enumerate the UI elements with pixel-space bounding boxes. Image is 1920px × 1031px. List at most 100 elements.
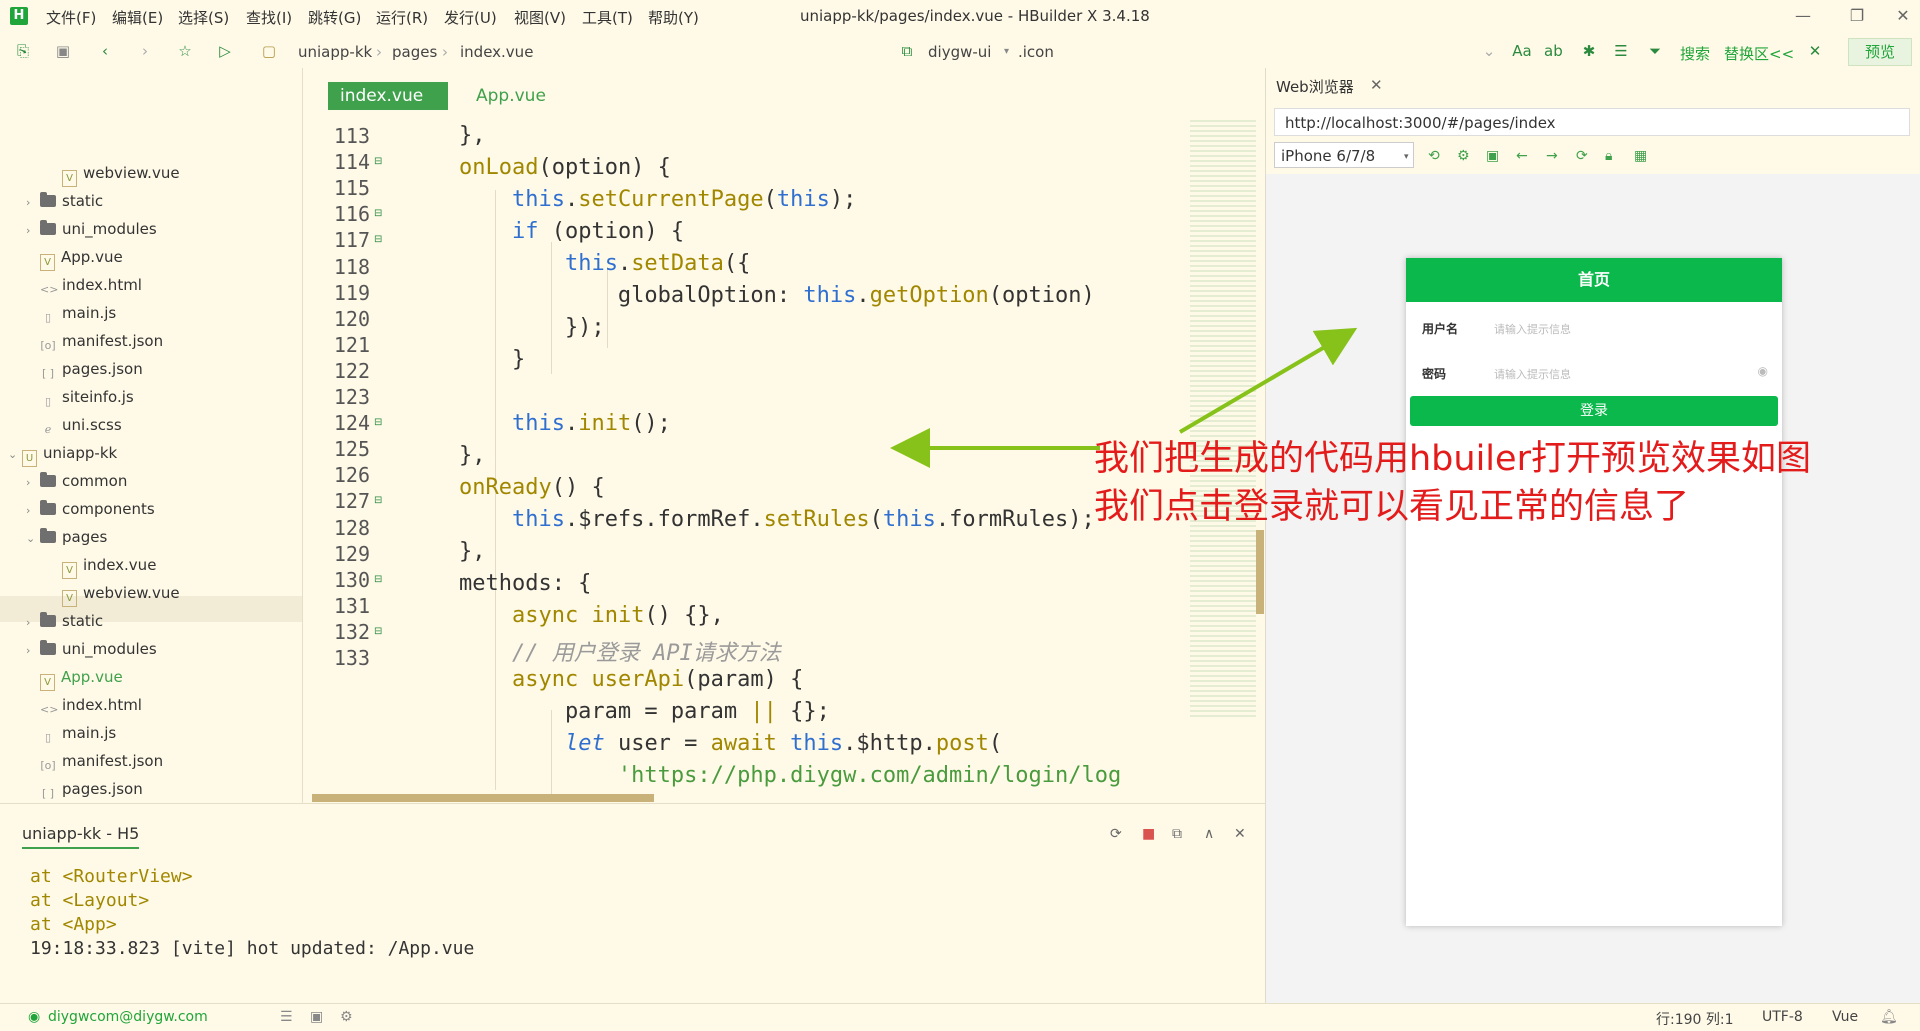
menu-help[interactable]: 帮助(Y) bbox=[648, 7, 699, 28]
tree-item[interactable]: V App.vue bbox=[26, 664, 123, 691]
close-search-icon[interactable]: ✕ bbox=[1806, 42, 1824, 60]
code-line[interactable]: }, bbox=[406, 539, 486, 564]
menu-publish[interactable]: 发行(U) bbox=[444, 7, 497, 28]
menu-goto[interactable]: 跳转(G) bbox=[308, 7, 361, 28]
bell-icon[interactable]: 🔔︎ bbox=[1880, 1009, 1898, 1025]
tree-item[interactable]: <> index.html bbox=[26, 272, 142, 298]
language-mode[interactable]: Vue bbox=[1832, 1009, 1858, 1025]
plugin-item[interactable]: .icon bbox=[1018, 43, 1054, 61]
chevron-right-icon[interactable]: › bbox=[26, 498, 40, 524]
plugin-name[interactable]: diygw-ui bbox=[928, 43, 991, 61]
encoding[interactable]: UTF-8 bbox=[1762, 1009, 1803, 1025]
menu-find[interactable]: 查找(I) bbox=[246, 7, 292, 28]
chevron-right-icon[interactable]: › bbox=[26, 470, 40, 496]
fold-icon[interactable]: ⊟ bbox=[374, 208, 382, 219]
restart-icon[interactable]: ⟳ bbox=[1110, 826, 1122, 842]
code-line[interactable]: methods: { bbox=[406, 571, 591, 596]
fold-icon[interactable]: ⊟ bbox=[374, 234, 382, 245]
tree-item[interactable]: V App.vue bbox=[26, 244, 123, 271]
chevron-down-icon[interactable]: ⌄ bbox=[1480, 42, 1498, 60]
tree-item[interactable]: Vwebview.vue bbox=[48, 160, 180, 187]
screenshot-icon[interactable]: ▣ bbox=[1486, 148, 1499, 164]
minimap[interactable] bbox=[1190, 120, 1256, 720]
regex-icon[interactable]: ✱ bbox=[1580, 42, 1598, 60]
code-line[interactable]: }, bbox=[406, 443, 486, 468]
stop-icon[interactable]: ■ bbox=[1142, 826, 1155, 842]
device-select[interactable]: iPhone 6/7/8 bbox=[1274, 142, 1414, 168]
cursor-position[interactable]: 行:190 列:1 bbox=[1656, 1009, 1734, 1029]
chevron-right-icon[interactable]: › bbox=[26, 190, 40, 216]
minimize-icon[interactable]: — bbox=[1788, 4, 1818, 28]
code-line[interactable]: }, bbox=[406, 123, 486, 148]
lock-icon[interactable]: 🔒︎ bbox=[1605, 148, 1612, 164]
username-input[interactable]: 请输入提示信息 bbox=[1494, 321, 1571, 337]
open-external-icon[interactable]: ⧉ bbox=[1172, 826, 1182, 842]
menu-select[interactable]: 选择(S) bbox=[178, 7, 229, 28]
code-line[interactable]: // 用户登录 API请求方法 bbox=[406, 635, 781, 667]
replace-button[interactable]: 替换区<< bbox=[1724, 43, 1794, 64]
tree-item[interactable]: [ ] pages.json bbox=[26, 356, 143, 382]
code-line[interactable]: }); bbox=[406, 315, 605, 340]
filter-icon[interactable]: ⏷ bbox=[1646, 42, 1664, 60]
fold-icon[interactable]: ⊟ bbox=[374, 574, 382, 585]
qrcode-icon[interactable]: ▦ bbox=[1634, 148, 1647, 164]
chevron-right-icon[interactable]: › bbox=[26, 638, 40, 664]
search-button[interactable]: 搜索 bbox=[1680, 43, 1710, 64]
clear-console-icon[interactable]: ✕ bbox=[1234, 826, 1246, 842]
code-line[interactable]: let user = await this.$http.post( bbox=[406, 731, 1002, 756]
plugin-dropdown-icon[interactable]: ▾ bbox=[1004, 46, 1009, 57]
back-icon[interactable]: ‹ bbox=[96, 42, 114, 60]
menu-edit[interactable]: 编辑(E) bbox=[112, 7, 163, 28]
code-line[interactable]: this.init(); bbox=[406, 411, 671, 436]
url-input[interactable]: http://localhost:3000/#/pages/index bbox=[1274, 108, 1910, 136]
menu-view[interactable]: 视图(V) bbox=[514, 7, 566, 28]
breadcrumb-folder[interactable]: pages bbox=[392, 43, 437, 61]
horizontal-scrollbar[interactable] bbox=[312, 794, 654, 802]
tree-item[interactable]: ▯ siteinfo.js bbox=[26, 384, 134, 410]
code-line[interactable]: this.setCurrentPage(this); bbox=[406, 187, 856, 212]
code-line[interactable]: this.setData({ bbox=[406, 251, 750, 276]
browser-back-icon[interactable]: ← bbox=[1516, 148, 1528, 164]
tree-item[interactable]: ▯ main.js bbox=[26, 720, 116, 746]
code-line[interactable]: if (option) { bbox=[406, 219, 684, 244]
tree-item[interactable]: ⌄ pages bbox=[26, 524, 107, 550]
chevron-right-icon[interactable]: › bbox=[26, 218, 40, 244]
whole-word-icon[interactable]: ab bbox=[1544, 42, 1563, 60]
match-case-icon[interactable]: Aa bbox=[1510, 42, 1534, 60]
close-tab-icon[interactable]: ✕ bbox=[1370, 76, 1383, 94]
eye-icon[interactable]: ◉ bbox=[1758, 364, 1768, 378]
fold-icon[interactable]: ⊟ bbox=[374, 417, 382, 428]
refresh-icon[interactable]: ⟳ bbox=[1576, 148, 1588, 164]
menu-tools[interactable]: 工具(T) bbox=[582, 7, 633, 28]
run-icon[interactable]: ▷ bbox=[216, 42, 234, 60]
restore-icon[interactable]: ❐ bbox=[1842, 4, 1872, 28]
user-account[interactable]: diygwcom@diygw.com bbox=[48, 1009, 208, 1025]
terminal-icon[interactable]: ▣ bbox=[310, 1009, 323, 1025]
tree-item[interactable]: Vwebview.vue bbox=[48, 580, 180, 607]
code-line[interactable]: this.$refs.formRef.setRules(this.formRul… bbox=[406, 507, 1095, 532]
tree-item[interactable]: Vindex.vue bbox=[48, 552, 156, 579]
code-line[interactable]: async userApi(param) { bbox=[406, 667, 803, 692]
fold-icon[interactable]: ⊟ bbox=[374, 156, 382, 167]
tree-item[interactable]: ⌄ Uuniapp-kk bbox=[8, 440, 117, 467]
code-line[interactable]: param = param || {}; bbox=[406, 699, 830, 724]
list-icon[interactable]: ☰ bbox=[280, 1009, 293, 1025]
tree-item[interactable]: [ ] pages.json bbox=[26, 776, 143, 802]
browser-forward-icon[interactable]: → bbox=[1546, 148, 1558, 164]
vertical-scrollbar[interactable] bbox=[1256, 530, 1264, 614]
login-button[interactable]: 登录 bbox=[1410, 396, 1778, 426]
menu-file[interactable]: 文件(F) bbox=[46, 7, 96, 28]
console-tab[interactable]: uniapp-kk - H5 bbox=[22, 824, 140, 849]
tab-app-vue[interactable]: App.vue bbox=[476, 82, 546, 110]
forward-icon[interactable]: › bbox=[136, 42, 154, 60]
tree-item[interactable]: [o] manifest.json bbox=[26, 328, 163, 354]
menu-run[interactable]: 运行(R) bbox=[376, 7, 428, 28]
plugin-status-icon[interactable]: ⚙ bbox=[340, 1009, 353, 1025]
align-icon[interactable]: ☰ bbox=[1612, 42, 1630, 60]
chevron-down-icon[interactable]: ⌄ bbox=[26, 526, 40, 552]
tree-item[interactable]: [o] manifest.json bbox=[26, 748, 163, 774]
tree-item[interactable]: › uni_modules bbox=[26, 636, 157, 662]
code-line[interactable]: 'https://php.diygw.com/admin/login/log bbox=[406, 763, 1121, 788]
fold-icon[interactable]: ⊟ bbox=[374, 626, 382, 637]
close-window-icon[interactable]: ✕ bbox=[1888, 4, 1918, 28]
